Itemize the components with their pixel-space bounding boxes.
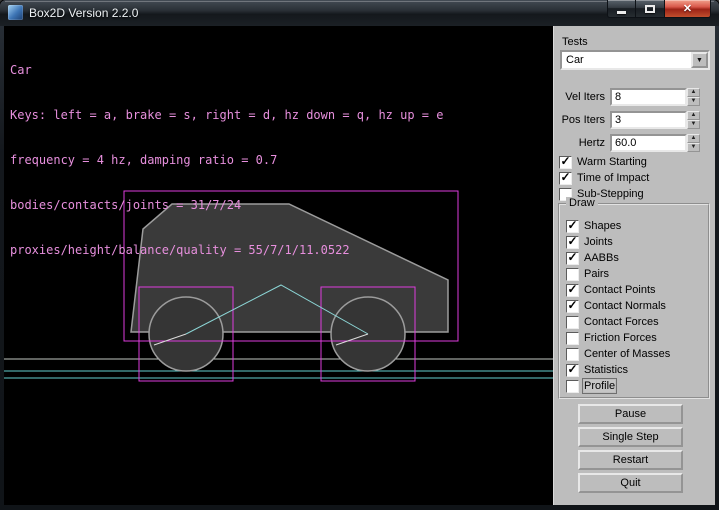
vel-iters-down-button[interactable]: ▼	[687, 97, 700, 106]
friction-forces-label: Friction Forces	[584, 332, 657, 344]
pos-iters-spinner: Pos Iters ▲ ▼	[558, 111, 708, 129]
hertz-arrows: ▲ ▼	[687, 134, 700, 152]
pos-iters-up-button[interactable]: ▲	[687, 111, 700, 120]
pos-iters-down-button[interactable]: ▼	[687, 120, 700, 129]
app-icon	[8, 5, 23, 20]
vel-iters-spinner: Vel Iters ▲ ▼	[558, 88, 708, 106]
friction-forces-row[interactable]: ✓ Friction Forces	[566, 330, 708, 346]
profile-row[interactable]: ✓ Profile	[566, 378, 708, 394]
debug-hud: Car Keys: left = a, brake = s, right = d…	[10, 33, 443, 288]
time-of-impact-checkbox[interactable]: ✓	[559, 172, 572, 185]
minimize-button[interactable]	[607, 0, 636, 18]
vel-iters-arrows: ▲ ▼	[687, 88, 700, 106]
shapes-checkbox[interactable]: ✓	[566, 220, 579, 233]
close-button[interactable]: ✕	[664, 0, 711, 18]
contact-forces-checkbox[interactable]: ✓	[566, 316, 579, 329]
check-icon: ✓	[567, 363, 577, 375]
vel-iters-up-button[interactable]: ▲	[687, 88, 700, 97]
aabbs-row[interactable]: ✓ AABBs	[566, 250, 708, 266]
hud-proxies-line: proxies/height/balance/quality = 55/7/1/…	[10, 243, 443, 258]
check-icon: ✓	[567, 299, 577, 311]
draw-group: Draw ✓ Shapes ✓ Joints ✓ AABBs ✓ Pairs ✓…	[558, 203, 710, 399]
close-icon: ✕	[683, 2, 692, 15]
restart-button[interactable]: Restart	[578, 450, 683, 470]
statistics-checkbox[interactable]: ✓	[566, 364, 579, 377]
joints-checkbox[interactable]: ✓	[566, 236, 579, 249]
center-of-masses-row[interactable]: ✓ Center of Masses	[566, 346, 708, 362]
caption-buttons: ✕	[607, 0, 711, 18]
hertz-spinner: Hertz ▲ ▼	[558, 134, 708, 152]
minimize-icon	[617, 11, 626, 14]
tests-dropdown-value: Car	[562, 52, 691, 68]
shapes-row[interactable]: ✓ Shapes	[566, 218, 708, 234]
pos-iters-label: Pos Iters	[558, 114, 610, 126]
statistics-row[interactable]: ✓ Statistics	[566, 362, 708, 378]
check-icon: ✓	[567, 235, 577, 247]
joints-label: Joints	[584, 236, 613, 248]
center-of-masses-checkbox[interactable]: ✓	[566, 348, 579, 361]
maximize-icon	[645, 5, 655, 13]
control-panel: Tests Car ▼ Vel Iters ▲ ▼ Pos Iters ▲ ▼ …	[553, 26, 715, 505]
time-of-impact-label: Time of Impact	[577, 172, 649, 184]
pairs-row[interactable]: ✓ Pairs	[566, 266, 708, 282]
aabbs-label: AABBs	[584, 252, 619, 264]
time-of-impact-row[interactable]: ✓ Time of Impact	[559, 170, 649, 186]
contact-forces-label: Contact Forces	[584, 316, 659, 328]
statistics-label: Statistics	[584, 364, 628, 376]
tests-label: Tests	[562, 36, 588, 48]
contact-normals-row[interactable]: ✓ Contact Normals	[566, 298, 708, 314]
contact-normals-checkbox[interactable]: ✓	[566, 300, 579, 313]
profile-label: Profile	[584, 380, 615, 392]
hertz-input[interactable]	[610, 134, 687, 152]
vel-iters-input[interactable]	[610, 88, 687, 106]
warm-starting-label: Warm Starting	[577, 156, 647, 168]
check-icon: ✓	[567, 219, 577, 231]
contact-forces-row[interactable]: ✓ Contact Forces	[566, 314, 708, 330]
warm-starting-checkbox[interactable]: ✓	[559, 156, 572, 169]
vel-iters-label: Vel Iters	[558, 91, 610, 103]
shapes-label: Shapes	[584, 220, 621, 232]
simulation-canvas[interactable]: Car Keys: left = a, brake = s, right = d…	[4, 26, 553, 505]
check-icon: ✓	[560, 171, 570, 183]
pairs-label: Pairs	[584, 268, 609, 280]
pos-iters-input[interactable]	[610, 111, 687, 129]
title-bar[interactable]: Box2D Version 2.2.0 ✕	[0, 0, 719, 26]
contact-points-checkbox[interactable]: ✓	[566, 284, 579, 297]
action-buttons: Pause Single Step Restart Quit	[578, 404, 683, 493]
hud-keys-line: Keys: left = a, brake = s, right = d, hz…	[10, 108, 443, 123]
check-icon: ✓	[567, 251, 577, 263]
single-step-button[interactable]: Single Step	[578, 427, 683, 447]
contact-points-label: Contact Points	[584, 284, 656, 296]
app-window: Box2D Version 2.2.0 ✕	[0, 0, 719, 510]
hertz-down-button[interactable]: ▼	[687, 143, 700, 152]
maximize-button[interactable]	[636, 0, 664, 18]
window-title: Box2D Version 2.2.0	[29, 6, 138, 20]
hud-bodies-line: bodies/contacts/joints = 31/7/24	[10, 198, 443, 213]
warm-starting-row[interactable]: ✓ Warm Starting	[559, 154, 647, 170]
check-icon: ✓	[560, 155, 570, 167]
friction-forces-checkbox[interactable]: ✓	[566, 332, 579, 345]
hertz-label: Hertz	[558, 137, 610, 149]
tests-dropdown[interactable]: Car ▼	[560, 50, 710, 70]
draw-group-title: Draw	[566, 197, 598, 209]
contact-points-row[interactable]: ✓ Contact Points	[566, 282, 708, 298]
quit-button[interactable]: Quit	[578, 473, 683, 493]
aabbs-checkbox[interactable]: ✓	[566, 252, 579, 265]
dropdown-arrow-icon[interactable]: ▼	[691, 52, 708, 68]
hertz-up-button[interactable]: ▲	[687, 134, 700, 143]
profile-checkbox[interactable]: ✓	[566, 380, 579, 393]
pos-iters-arrows: ▲ ▼	[687, 111, 700, 129]
check-icon: ✓	[567, 283, 577, 295]
center-of-masses-label: Center of Masses	[584, 348, 670, 360]
hud-frequency-line: frequency = 4 hz, damping ratio = 0.7	[10, 153, 443, 168]
joints-row[interactable]: ✓ Joints	[566, 234, 708, 250]
contact-normals-label: Contact Normals	[584, 300, 666, 312]
pause-button[interactable]: Pause	[578, 404, 683, 424]
pairs-checkbox[interactable]: ✓	[566, 268, 579, 281]
hud-test-name: Car	[10, 63, 443, 78]
